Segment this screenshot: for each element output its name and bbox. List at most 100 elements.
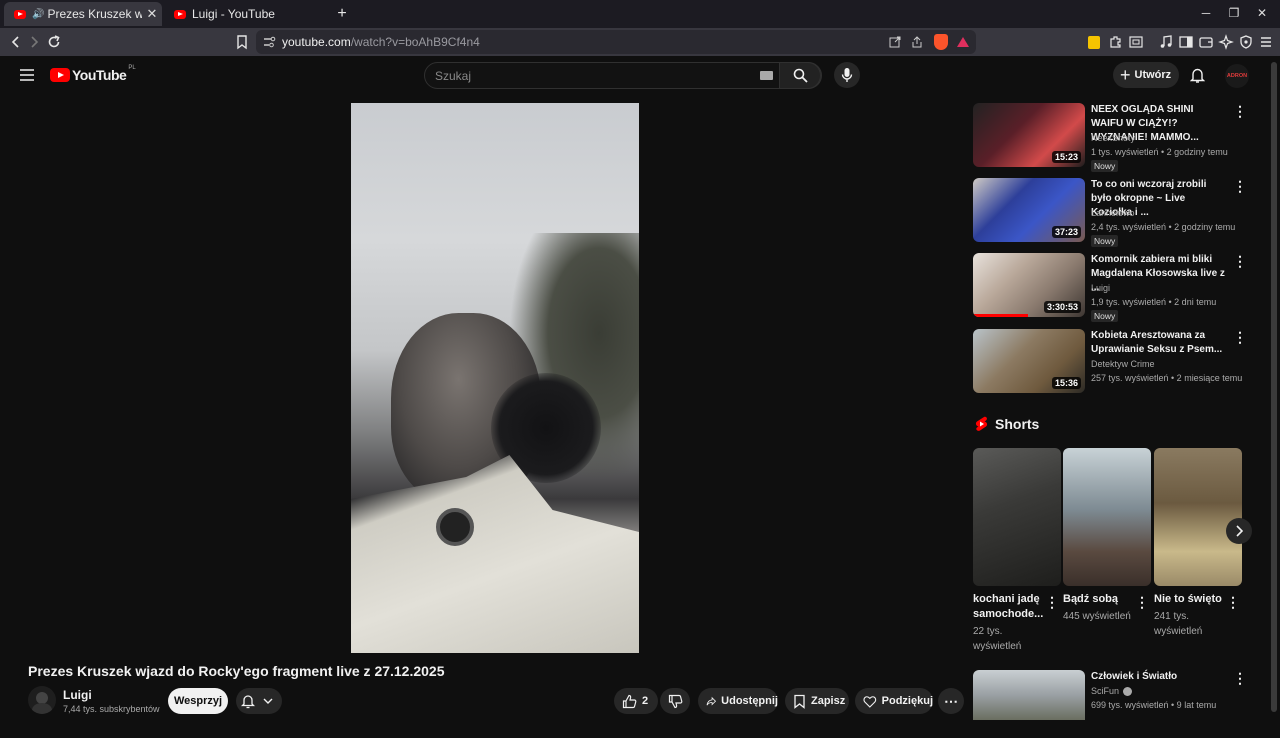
- reload-icon[interactable]: [46, 34, 62, 50]
- avatar-text: ADRON: [1226, 73, 1248, 79]
- video-thumbnail[interactable]: 15:36: [973, 329, 1085, 393]
- tab-current-video[interactable]: 🔊 Prezes Kruszek wjazd do Rocky ✕: [4, 2, 162, 26]
- short-item[interactable]: kochani jadę samochode... 22 tys. wyświe…: [973, 448, 1061, 654]
- channel-name[interactable]: Lannelowo: [1091, 208, 1135, 218]
- media-music-icon[interactable]: [1158, 34, 1174, 50]
- channel-name[interactable]: SciFun: [1091, 686, 1133, 696]
- extension-keep-icon[interactable]: [1088, 36, 1100, 49]
- minimize-icon[interactable]: ─: [1198, 6, 1214, 22]
- video-duration: 15:36: [1051, 377, 1081, 389]
- share-button[interactable]: Udostępnij: [698, 688, 778, 714]
- more-options-icon[interactable]: [1231, 178, 1247, 195]
- tab-luigi-youtube[interactable]: Luigi - YouTube: [164, 2, 324, 26]
- bookmark-icon[interactable]: [234, 34, 250, 50]
- like-button[interactable]: 2: [614, 688, 658, 714]
- site-settings-icon[interactable]: [262, 35, 276, 49]
- vpn-shield-icon[interactable]: [1238, 34, 1254, 50]
- channel-name[interactable]: Luigi: [1091, 283, 1110, 293]
- sidebar-toggle-icon[interactable]: [1178, 34, 1194, 50]
- account-avatar[interactable]: ADRON: [1225, 64, 1249, 88]
- voice-search-button[interactable]: [834, 62, 860, 88]
- brave-rewards-icon[interactable]: [956, 35, 970, 49]
- audio-playing-icon[interactable]: 🔊: [32, 9, 44, 20]
- new-badge: Nowy: [1091, 160, 1119, 172]
- channel-avatar[interactable]: [28, 686, 56, 714]
- search-input[interactable]: Szukaj: [435, 69, 471, 83]
- plus-icon: +: [1120, 65, 1131, 85]
- short-title[interactable]: Bądź sobą: [1063, 592, 1139, 607]
- more-actions-button[interactable]: ⋯: [938, 688, 964, 714]
- short-thumbnail[interactable]: [1154, 448, 1242, 586]
- microphone-icon: [841, 68, 853, 82]
- wallet-icon[interactable]: [1198, 34, 1214, 50]
- like-count: 2: [642, 695, 649, 707]
- browser-tab-bar: 🔊 Prezes Kruszek wjazd do Rocky ✕ Luigi …: [0, 0, 1280, 28]
- save-button[interactable]: Zapisz: [785, 688, 849, 714]
- search-button[interactable]: [779, 62, 821, 89]
- video-thumbnail[interactable]: 3:30:53: [973, 253, 1085, 317]
- browser-menu-icon[interactable]: [1258, 34, 1274, 50]
- brave-shields-icon[interactable]: [934, 34, 948, 50]
- more-options-icon[interactable]: [1043, 594, 1059, 611]
- forward-icon[interactable]: [26, 34, 42, 50]
- channel-name[interactable]: NeexShoty: [1091, 133, 1135, 143]
- search-box: Szukaj: [424, 62, 822, 89]
- channel-name[interactable]: Detektyw Crime: [1091, 359, 1155, 369]
- video-thumbnail[interactable]: 15:23: [973, 103, 1085, 167]
- verified-icon: [1123, 686, 1133, 696]
- short-thumbnail[interactable]: [973, 448, 1061, 586]
- extensions-puzzle-icon[interactable]: [1108, 34, 1124, 50]
- recommended-video[interactable]: 15:23 NEEX OGLĄDA SHINI WAIFU W CIĄŻY!? …: [973, 103, 1247, 172]
- leo-ai-icon[interactable]: [1218, 34, 1234, 50]
- recommended-video[interactable]: 37:23 To co oni wczoraj zrobili było okr…: [973, 178, 1247, 247]
- short-thumbnail[interactable]: [1063, 448, 1151, 586]
- thumbs-up-icon: [622, 694, 637, 708]
- tab-close-icon[interactable]: ✕: [142, 6, 162, 22]
- back-icon[interactable]: [8, 34, 24, 50]
- recommended-video[interactable]: 3:30:53 Komornik zabiera mi bliki Magdal…: [973, 253, 1247, 322]
- video-thumbnail[interactable]: [973, 670, 1085, 720]
- more-options-icon[interactable]: [1224, 594, 1240, 611]
- more-options-icon[interactable]: [1231, 329, 1247, 346]
- short-title[interactable]: Nie to święto: [1154, 592, 1230, 607]
- more-options-icon[interactable]: [1231, 670, 1247, 687]
- address-bar[interactable]: youtube.com/watch?v=boAhB9Cf4n4: [256, 30, 976, 54]
- video-thumbnail[interactable]: 37:23: [973, 178, 1085, 242]
- notifications-bell-icon[interactable]: [1190, 67, 1205, 84]
- dislike-button[interactable]: [660, 688, 690, 714]
- new-tab-button[interactable]: +: [332, 2, 352, 26]
- more-options-icon[interactable]: [1231, 103, 1247, 120]
- create-button[interactable]: + Utwórz: [1113, 62, 1179, 88]
- video-title[interactable]: Człowiek i Światło: [1091, 670, 1227, 684]
- channel-name[interactable]: Luigi: [63, 688, 92, 702]
- subscription-notifications-button[interactable]: [236, 688, 282, 714]
- short-item[interactable]: Nie to święto 241 tys. wyświetleń: [1154, 448, 1242, 639]
- video-title[interactable]: Komornik zabiera mi bliki Magdalena Kłos…: [1091, 253, 1227, 295]
- recommended-video[interactable]: 15:36 Kobieta Aresztowana za Uprawianie …: [973, 329, 1247, 397]
- hamburger-menu-icon[interactable]: [19, 68, 35, 82]
- scrollbar-thumb[interactable]: [1271, 62, 1277, 712]
- support-button[interactable]: Wesprzyj: [168, 688, 228, 714]
- screenshot-icon[interactable]: [1128, 34, 1144, 50]
- video-player[interactable]: [351, 103, 639, 653]
- maximize-icon[interactable]: ❐: [1226, 6, 1242, 22]
- window-close-icon[interactable]: ✕: [1254, 6, 1270, 22]
- shorts-next-button[interactable]: [1226, 518, 1252, 544]
- video-meta: 699 tys. wyświetleń • 9 lat temu: [1091, 700, 1217, 710]
- share-icon[interactable]: [910, 35, 924, 49]
- recommended-video[interactable]: Człowiek i Światło SciFun 699 tys. wyświ…: [973, 670, 1247, 738]
- thanks-button[interactable]: Podziękuj: [855, 688, 933, 714]
- short-item[interactable]: Bądź sobą 445 wyświetleń: [1063, 448, 1151, 624]
- open-external-icon[interactable]: [888, 35, 902, 49]
- share-label: Udostępnij: [721, 695, 778, 707]
- more-options-icon[interactable]: [1231, 253, 1247, 270]
- new-badge: Nowy: [1091, 235, 1119, 247]
- more-options-icon[interactable]: [1133, 594, 1149, 611]
- keyboard-icon[interactable]: [760, 71, 773, 80]
- url-text[interactable]: youtube.com/watch?v=boAhB9Cf4n4: [282, 35, 480, 49]
- video-title[interactable]: Kobieta Aresztowana za Uprawianie Seksu …: [1091, 329, 1227, 357]
- short-title[interactable]: kochani jadę samochode...: [973, 592, 1049, 622]
- youtube-logo[interactable]: YouTube PL: [50, 65, 136, 83]
- youtube-favicon-icon: [174, 9, 186, 19]
- youtube-logo-text: YouTube: [72, 67, 127, 83]
